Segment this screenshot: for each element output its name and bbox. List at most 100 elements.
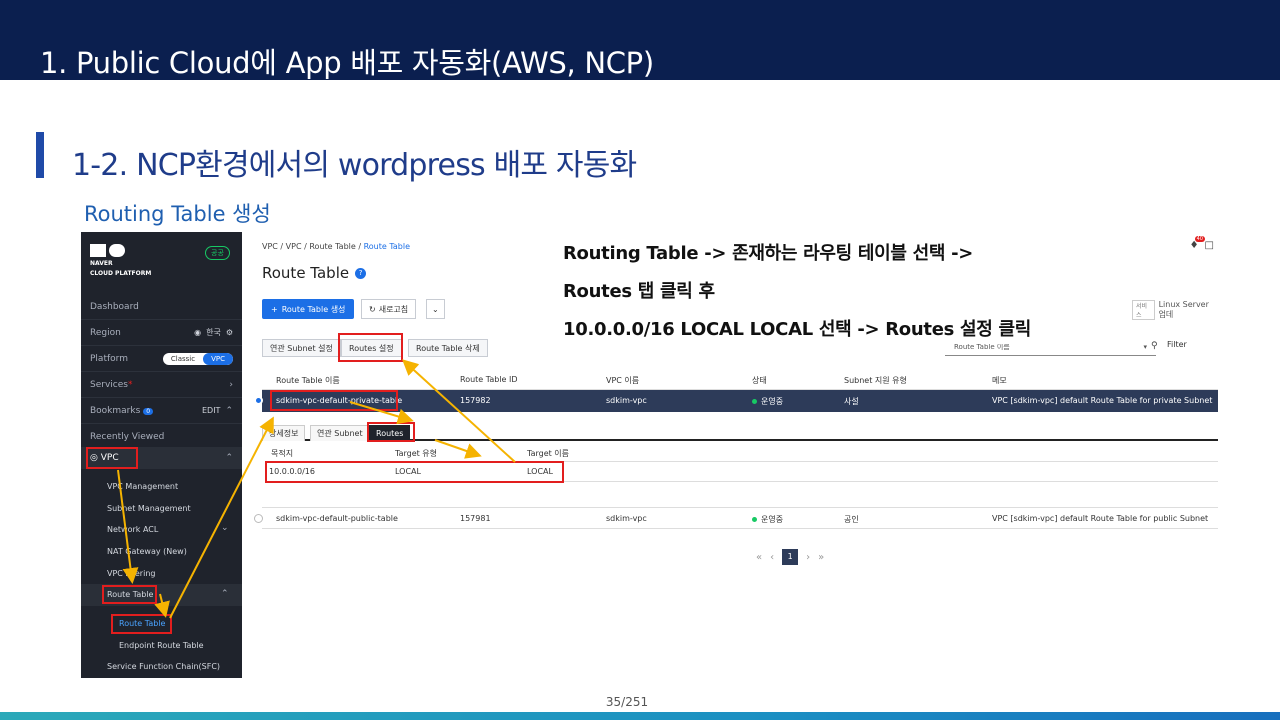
logo-text-line2: CLOUD PLATFORM [90,270,152,277]
section-title: 1-2. NCP환경에서의 wordpress 배포 자동화 [72,148,637,183]
sub-title: Routing Table 생성 [84,202,271,226]
tab-related-subnet[interactable]: 연관 Subnet [310,425,370,441]
service-filter[interactable]: 서비스 Linux Server 업데 [1132,300,1218,320]
column-header[interactable]: 상태 [752,375,767,386]
instruction-callout: Routing Table -> 존재하는 라우팅 테이블 선택 -> Rout… [553,231,1099,344]
sidebar-subitem-network-acl[interactable]: Network ACL [107,525,158,534]
column-header[interactable]: Route Table 이름 [276,375,340,386]
bookmarks-edit-link[interactable]: EDIT [202,406,220,415]
console-sidebar: NAVER CLOUD PLATFORM 공공 Dashboard Region… [81,232,242,678]
cell-subnet-type: 사설 [844,397,859,406]
slide-title: 1. Public Cloud에 App 배포 자동화(AWS, NCP) [40,46,654,80]
last-page-icon[interactable]: » [818,552,824,563]
breadcrumb-item[interactable]: VPC [262,242,278,251]
more-dropdown-button[interactable]: ⌄ [426,299,445,319]
sidebar-subitem-subnet-management[interactable]: Subnet Management [107,504,191,513]
notification-count-badge: 40 [1194,236,1205,242]
env-badge: 공공 [205,246,230,260]
cell-vpc: sdkim-vpc [606,396,647,405]
cell-status: 운영중 [761,397,784,406]
sidebar-item-services[interactable]: Services* › [81,372,242,398]
highlight-routes-tab [367,422,415,442]
delete-route-table-button[interactable]: Route Table 삭제 [408,339,488,357]
column-header: 메모 [992,376,1007,385]
page-number: 35/251 [605,695,649,709]
sidebar-item-region[interactable]: Region ◉ 한국 ⚙ [81,320,242,346]
highlight-routes-setting [338,333,403,362]
naver-cloud-logo: NAVER CLOUD PLATFORM [90,244,151,277]
platform-toggle[interactable]: Classic VPC [162,352,233,365]
column-header: Target 이름 [527,449,570,458]
highlight-route-table [111,614,172,634]
subnet-setting-button[interactable]: 연관 Subnet 설정 [262,339,341,357]
breadcrumb-item[interactable]: Route Table [309,242,355,251]
sidebar-item-label: Region [90,327,121,338]
table-row[interactable]: sdkim-vpc-default-private-table 157982 s… [254,390,1218,412]
breadcrumb-item[interactable]: VPC [286,242,302,251]
status-dot [752,517,757,522]
callout-line: 10.0.0.0/16 LOCAL LOCAL 선택 -> Routes 설정 … [563,319,1031,340]
caret-down-icon: ▾ [1143,342,1147,351]
cell-memo: VPC [sdkim-vpc] default Route Table for … [992,396,1213,405]
gear-icon[interactable]: ⚙ [226,328,233,337]
highlight-routes-row [265,461,564,483]
chat-icon[interactable]: □ [1205,240,1214,251]
highlight-selected-row [270,390,398,411]
sidebar-item-label: Platform [90,353,128,364]
section-accent-bar [36,132,44,178]
sidebar-item-bookmarks[interactable]: Bookmarks 0 EDIT ⌃ [81,398,242,424]
sidebar-item-label: Services [90,379,128,390]
column-header: Target 유형 [395,449,438,458]
cell-memo: VPC [sdkim-vpc] default Route Table for … [992,514,1209,523]
highlight-route-table-group [102,585,157,604]
search-icon[interactable]: ⚲ [1151,341,1158,351]
chevron-right-icon: › [229,379,233,390]
tab-details[interactable]: 상세정보 [262,425,306,441]
cell-subnet-type: 공인 [844,515,859,524]
column-header: 목적지 [271,449,294,458]
sidebar-item-platform: Platform Classic VPC [81,346,242,372]
cell-vpc: sdkim-vpc [606,514,647,523]
info-icon[interactable]: ? [355,267,367,279]
chevron-up-icon: ⌃ [225,405,233,416]
sidebar-subitem-sfc[interactable]: Service Function Chain(SFC) [107,662,220,671]
platform-vpc-option[interactable]: VPC [203,352,233,365]
plus-icon: + [271,304,278,314]
sidebar-item-label: Bookmarks [90,405,141,416]
chevron-up-icon: ⌃ [221,589,229,599]
table-row[interactable]: sdkim-vpc-default-public-table 157981 sd… [254,507,1218,529]
next-page-icon[interactable]: › [806,552,810,563]
service-value: Linux Server 업데 [1158,300,1209,319]
cell-name: sdkim-vpc-default-public-table [276,514,398,523]
sidebar-item-dashboard[interactable]: Dashboard [81,294,242,320]
create-route-table-button[interactable]: + Route Table 생성 [262,299,355,319]
column-header[interactable]: VPC 이름 [606,375,639,386]
service-tag: 서비스 [1132,300,1155,320]
bell-icon[interactable]: ♦ 40 [1190,236,1205,251]
refresh-button[interactable]: ↻ 새로고침 [361,299,417,319]
routes-table-header: 목적지 Target 유형 Target 이름 [267,446,1218,462]
prev-page-icon[interactable]: ‹ [770,552,774,563]
column-header[interactable]: Subnet 지원 유형 [844,375,907,386]
bookmarks-count-badge: 0 [143,407,154,415]
sidebar-subitem-nat-gateway[interactable]: NAT Gateway (New) [107,547,187,556]
button-label: 새로고침 [378,304,409,314]
breadcrumb: VPC / VPC / Route Table / Route Table [262,242,411,251]
sidebar-item-label: Recently Viewed [90,432,165,442]
sidebar-subitem-endpoint-route-table[interactable]: Endpoint Route Table [119,641,204,650]
sidebar-item-label: Dashboard [90,301,139,312]
sidebar-subitem-vpc-peering[interactable]: VPC Peering [107,569,155,578]
table-header: Route Table 이름 Route Table ID VPC 이름 상태 … [262,370,1218,390]
filter-button[interactable]: Filter [1167,340,1187,349]
platform-classic-option[interactable]: Classic [163,353,203,365]
page-title-wrap: Route Table ? [262,264,367,282]
row-radio[interactable] [254,396,263,405]
column-header[interactable]: Route Table ID [460,375,518,384]
sidebar-subitem-vpc-management[interactable]: VPC Management [107,482,178,491]
row-radio[interactable] [254,514,263,523]
chevron-down-icon: ⌄ [221,523,229,533]
first-page-icon[interactable]: « [756,552,762,563]
page-button-current[interactable]: 1 [782,549,799,565]
cell-id: 157981 [460,514,491,523]
globe-icon: ◉ [194,328,202,337]
